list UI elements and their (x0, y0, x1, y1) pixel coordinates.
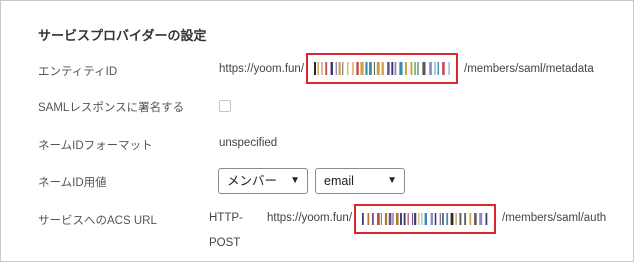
redaction-stripe (391, 62, 394, 75)
saml-sign-label: SAMLレスポンスに署名する (38, 102, 185, 114)
redaction-stripe (446, 213, 449, 225)
nameid-usage-label: ネームID用値 (38, 177, 107, 189)
redaction-stripe (369, 62, 372, 75)
attribute-select-value: email (324, 174, 354, 188)
redaction-stripe (407, 213, 409, 225)
redaction-stripe (367, 213, 370, 225)
redaction-stripe (388, 213, 392, 225)
redaction-stripe (414, 62, 416, 75)
redaction-stripe (360, 62, 364, 75)
redaction-stripe (404, 62, 407, 75)
redaction-stripe (424, 213, 428, 225)
acs-url-prefix: https://yoom.fun/ (267, 212, 353, 224)
redacted-text-pattern (314, 62, 450, 75)
redaction-stripe (422, 62, 426, 75)
redaction-stripe (429, 62, 432, 75)
redaction-stripe (439, 213, 441, 225)
redaction-stripe (387, 62, 390, 75)
redaction-stripe (395, 213, 399, 225)
redaction-stripe (392, 213, 394, 225)
redaction-stripe (365, 62, 368, 75)
redaction-stripe (373, 62, 375, 75)
entity-id-prefix: https://yoom.fun/ (219, 63, 305, 75)
chevron-down-icon: ▼ (290, 175, 300, 186)
redaction-stripe (464, 213, 467, 225)
redaction-stripe (434, 62, 436, 75)
redaction-stripe (371, 213, 374, 225)
redaction-stripe (330, 62, 333, 75)
acs-url-suffix: /members/saml/auth (502, 212, 607, 224)
redaction-stripe (485, 213, 488, 225)
redaction-stripe (317, 62, 319, 75)
redaction-stripe (479, 213, 483, 225)
attribute-select[interactable]: email ▼ (315, 168, 405, 194)
entity-id-label: エンティティID (38, 66, 118, 78)
member-type-select-value: メンバー (227, 174, 278, 188)
saml-sign-checkbox[interactable] (219, 100, 231, 112)
redaction-stripe (442, 213, 444, 225)
redaction-stripe (362, 213, 364, 225)
redaction-stripe (434, 213, 437, 225)
entity-id-suffix: /members/saml/metadata (464, 63, 594, 75)
acs-binding-line2: POST (209, 237, 241, 249)
redaction-stripe (314, 62, 317, 75)
redacted-text-pattern (362, 213, 488, 225)
redaction-stripe (442, 62, 445, 75)
redaction-stripe (448, 62, 450, 75)
settings-panel: サービスプロバイダーの設定 エンティティID https://yoom.fun/… (0, 0, 634, 262)
member-type-select[interactable]: メンバー ▼ (218, 168, 308, 194)
acs-url-label: サービスへのACS URL (38, 215, 157, 227)
redaction-stripe (455, 213, 457, 225)
redaction-stripe (412, 213, 414, 225)
acs-url-redacted-highlight (354, 204, 496, 234)
redaction-stripe (352, 62, 354, 75)
nameid-format-label: ネームIDフォーマット (38, 140, 153, 152)
redaction-stripe (450, 213, 454, 225)
redaction-stripe (418, 213, 420, 225)
redaction-stripe (410, 62, 413, 75)
entity-id-redacted-highlight (306, 53, 458, 84)
redaction-stripe (474, 213, 477, 225)
redaction-stripe (459, 213, 462, 225)
redaction-stripe (376, 62, 380, 75)
redaction-stripe (414, 213, 417, 225)
nameid-format-value: unspecified (219, 137, 278, 149)
redaction-stripe (399, 62, 403, 75)
redaction-stripe (437, 62, 439, 75)
redaction-stripe (356, 62, 359, 75)
redaction-stripe (376, 213, 380, 225)
redaction-stripe (417, 62, 419, 75)
redaction-stripe (321, 62, 323, 75)
redaction-stripe (335, 62, 337, 75)
acs-binding-line1: HTTP- (209, 212, 243, 224)
redaction-stripe (421, 213, 423, 225)
redaction-stripe (400, 213, 402, 225)
redaction-stripe (430, 213, 433, 225)
redaction-stripe (403, 213, 406, 225)
redaction-stripe (338, 62, 341, 75)
redaction-stripe (380, 213, 382, 225)
redaction-stripe (394, 62, 397, 75)
redaction-stripe (347, 62, 349, 75)
chevron-down-icon: ▼ (387, 175, 397, 186)
redaction-stripe (381, 62, 384, 75)
redaction-stripe (325, 62, 328, 75)
redaction-stripe (469, 213, 472, 225)
section-title: サービスプロバイダーの設定 (38, 28, 207, 43)
redaction-stripe (384, 213, 388, 225)
redaction-stripe (342, 62, 344, 75)
